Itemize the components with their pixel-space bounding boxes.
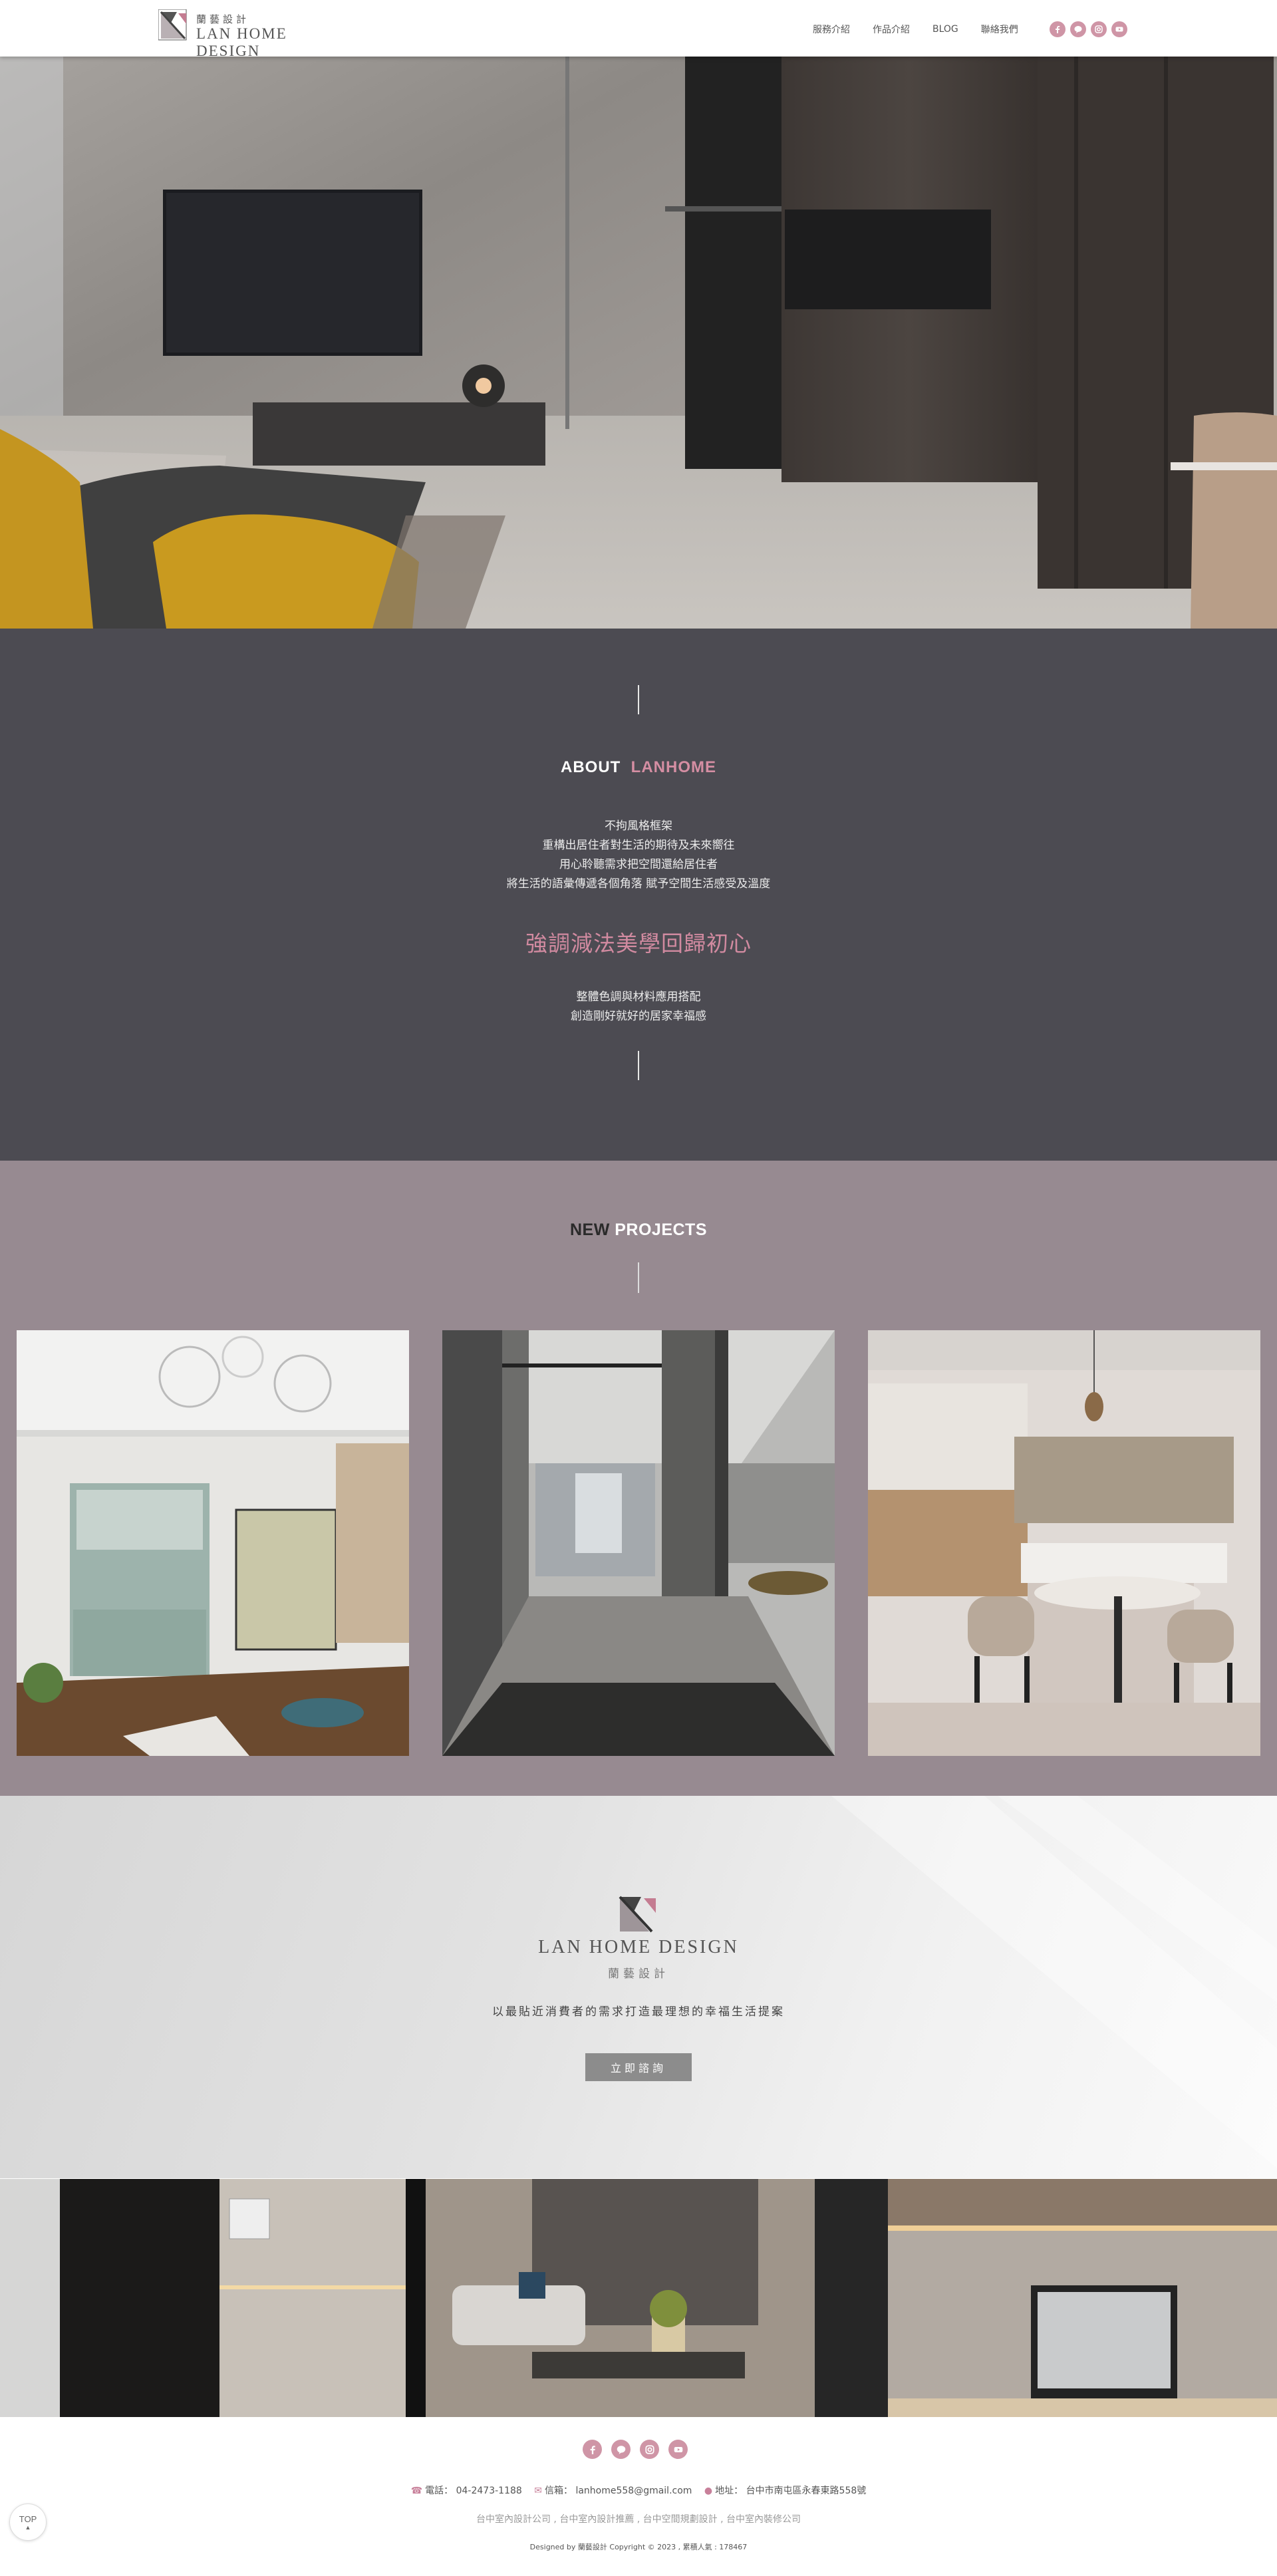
youtube-icon[interactable] [668, 2440, 688, 2459]
phone-label: 電話： [425, 2486, 454, 2496]
projects-divider [638, 1262, 639, 1293]
instagram-icon[interactable] [640, 2440, 659, 2459]
about-slogan: 強調減法美學回歸初心 [525, 930, 752, 956]
about-divider-bottom [638, 1051, 639, 1080]
projects-title: NEW PROJECTS [0, 1220, 1277, 1240]
about-title-white: ABOUT [561, 758, 621, 776]
footer-keywords[interactable]: 台中室內設計公司 , 台中室內設計推薦 , 台中空間規劃設計 , 台中室內裝修公… [0, 2512, 1277, 2525]
cta-logo-chinese: 蘭藝設計 [608, 1967, 669, 1981]
logo-mark-icon [158, 9, 187, 41]
consult-button[interactable]: 立即諮詢 [585, 2053, 692, 2081]
line-icon[interactable] [611, 2440, 631, 2459]
about-divider-top [638, 685, 639, 714]
hero-image [0, 57, 1277, 629]
logo-chinese: 蘭藝設計 [196, 13, 250, 25]
about-title: ABOUT LANHOME [0, 758, 1277, 777]
about-line: 創造剛好就好的居家幸福感 [571, 1010, 706, 1023]
cta-logo-mark-icon [619, 1896, 656, 1933]
about-line: 不拘風格框架 [605, 819, 672, 833]
instagram-icon[interactable] [1091, 21, 1107, 37]
project-card-dining[interactable] [17, 1330, 409, 1756]
line-icon[interactable] [1070, 21, 1086, 37]
contact-phone[interactable]: ☎ 電話： 04-2473-1188 [411, 2486, 522, 2496]
youtube-icon[interactable] [1111, 21, 1127, 37]
project-card-corridor[interactable] [442, 1330, 835, 1756]
top-label: TOP [19, 2513, 37, 2524]
back-to-top-button[interactable]: TOP ▲ [9, 2504, 47, 2541]
site-logo[interactable]: 蘭藝設計 LAN HOME DESIGN [158, 8, 338, 59]
phone-icon: ☎ [410, 2486, 423, 2496]
cta-tagline: 以最貼近消費者的需求打造最理想的幸福生活提案 [492, 2005, 785, 2019]
email-label: 信箱： [544, 2486, 573, 2496]
map-pin-icon: ● [704, 2486, 713, 2496]
mail-icon: ✉ [534, 2486, 542, 2496]
projects-title-dark: NEW [569, 1220, 610, 1239]
footer-copyright: Designed by 蘭藝設計 Copyright © 2023 , 累積人氣… [529, 2543, 748, 2551]
about-paragraph-2: 整體色調與材料應用搭配 創造剛好就好的居家幸福感 [0, 988, 1277, 1026]
logo-english: LAN HOME DESIGN [196, 25, 287, 59]
email-value: lanhome558@gmail.com [575, 2486, 692, 2496]
contact-email[interactable]: ✉ 信箱： lanhome558@gmail.com [534, 2486, 692, 2496]
address-value: 台中市南屯區永春東路558號 [746, 2486, 867, 2496]
main-nav: 服務介紹 作品介紹 BLOG 聯絡我們 [813, 21, 1041, 37]
footer-contact: ☎ 電話： 04-2473-1188 ✉ 信箱： lanhome558@gmail.… [0, 2484, 1277, 2497]
about-title-pink: LANHOME [631, 758, 716, 776]
nav-blog[interactable]: BLOG [932, 24, 958, 35]
address-label: 地址： [715, 2486, 744, 2496]
interior-banner-image [0, 2179, 1277, 2417]
arrow-up-icon: ▲ [25, 2523, 31, 2531]
about-paragraph: 不拘風格框架 重構出居住者對生活的期待及未來嚮往 用心聆聽需求把空間還給居住者 … [0, 817, 1277, 894]
cta-logo-english: LAN HOME DESIGN [538, 1937, 739, 1957]
facebook-icon[interactable] [583, 2440, 602, 2459]
project-card-kitchen[interactable] [868, 1330, 1260, 1756]
facebook-icon[interactable] [1050, 21, 1065, 37]
about-line: 用心聆聽需求把空間還給居住者 [559, 858, 718, 871]
footer-social [583, 2440, 688, 2459]
phone-value: 04-2473-1188 [456, 2486, 522, 2496]
cta-section [0, 1796, 1277, 2178]
about-line: 整體色調與材料應用搭配 [576, 990, 701, 1004]
projects-title-white: PROJECTS [615, 1220, 708, 1239]
nav-services[interactable]: 服務介紹 [813, 23, 850, 36]
header-social [1050, 21, 1127, 37]
nav-works[interactable]: 作品介紹 [873, 23, 910, 36]
nav-contact[interactable]: 聯絡我們 [981, 23, 1018, 36]
about-line: 將生活的語彙傳遞各個角落 賦予空間生活感受及溫度 [506, 877, 771, 891]
contact-address[interactable]: ● 地址： 台中市南屯區永春東路558號 [704, 2486, 866, 2496]
site-header: 蘭藝設計 LAN HOME DESIGN 服務介紹 作品介紹 BLOG 聯絡我們 [0, 0, 1277, 59]
about-line: 重構出居住者對生活的期待及未來嚮往 [542, 839, 735, 852]
